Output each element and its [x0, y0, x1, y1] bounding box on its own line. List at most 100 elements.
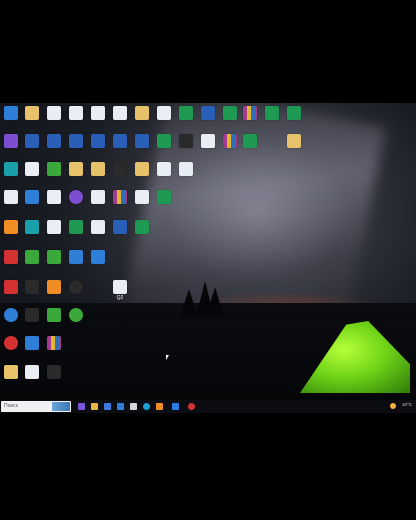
desktop-icon-app[interactable] — [110, 162, 130, 185]
desktop-icon-app[interactable] — [44, 336, 64, 359]
desktop-icon-whatsapp[interactable] — [66, 308, 86, 331]
desktop-icon-app[interactable] — [44, 365, 64, 388]
desktop-icon-label — [88, 265, 108, 273]
desktop-icon-app[interactable] — [88, 162, 108, 185]
desktop-icon-label — [66, 295, 86, 303]
desktop-icon-vs[interactable] — [1, 134, 21, 157]
desktop-icon-app[interactable] — [110, 106, 130, 129]
desktop-icon-app[interactable] — [176, 162, 196, 185]
desktop-icon-app[interactable] — [220, 106, 240, 129]
app-icon — [243, 134, 257, 148]
desktop-icon-vscode[interactable] — [88, 250, 108, 273]
taskbar-app-icon[interactable] — [78, 403, 85, 410]
desktop-icon-app[interactable] — [22, 280, 42, 303]
desktop-icon-app[interactable] — [284, 134, 304, 157]
desktop-icon-app[interactable] — [22, 250, 42, 273]
desktop-icon-telegram[interactable] — [1, 308, 21, 331]
desktop-icon-app[interactable] — [110, 220, 130, 243]
desktop-icon-app[interactable] — [176, 106, 196, 129]
desktop-icon-app[interactable] — [262, 106, 282, 129]
desktop-icon-label — [44, 265, 64, 273]
desktop-icon-label — [110, 177, 130, 185]
desktop-icon-app[interactable] — [44, 250, 64, 273]
app-icon — [4, 365, 18, 379]
desktop-icon-app[interactable] — [22, 134, 42, 157]
desktop-icon-app[interactable] — [154, 106, 174, 129]
desktop-icon-app[interactable] — [1, 190, 21, 213]
desktop-icon-label — [110, 149, 130, 157]
desktop-icon-app[interactable] — [88, 190, 108, 213]
desktop-icon-app[interactable] — [66, 162, 86, 185]
desktop-icon-app[interactable] — [1, 162, 21, 185]
desktop-icon-app[interactable] — [44, 162, 64, 185]
desktop-icon-app[interactable] — [44, 190, 64, 213]
taskbar-app-icon[interactable] — [156, 403, 163, 410]
taskbar-app-icon[interactable] — [143, 403, 150, 410]
desktop-icon-app[interactable] — [22, 162, 42, 185]
desktop-icon-app[interactable] — [284, 106, 304, 129]
desktop-icon-app[interactable] — [110, 190, 130, 213]
desktop-icon-app[interactable] — [66, 220, 86, 243]
desktop-icon-app[interactable] — [132, 190, 152, 213]
desktop-icon-app[interactable] — [44, 106, 64, 129]
desktop-icon-app[interactable] — [22, 308, 42, 331]
desktop-icon-app[interactable] — [88, 106, 108, 129]
taskbar-search-box[interactable]: Поиск — [1, 401, 71, 412]
desktop-icon-app[interactable] — [1, 250, 21, 273]
desktop-icon-app[interactable] — [132, 162, 152, 185]
app-icon — [47, 134, 61, 148]
desktop-icon-app[interactable] — [66, 250, 86, 273]
desktop-icon-app[interactable] — [176, 134, 196, 157]
desktop-icon-app[interactable] — [154, 134, 174, 157]
desktop-icon-app[interactable] — [22, 220, 42, 243]
desktop-icon-label — [44, 205, 64, 213]
yandex-icon — [4, 336, 18, 350]
desktop-icon-app[interactable] — [44, 134, 64, 157]
desktop-icon-yandex[interactable] — [1, 336, 21, 359]
taskbar-app-icon[interactable] — [104, 403, 111, 410]
desktop-icon-app[interactable] — [88, 220, 108, 243]
desktop-icon-label — [66, 235, 86, 243]
desktop-icon-app[interactable] — [22, 336, 42, 359]
desktop-icon-app[interactable] — [22, 190, 42, 213]
desktop-icon-app[interactable] — [220, 134, 240, 157]
desktop-icon-app[interactable] — [1, 280, 21, 303]
file-explorer-icon[interactable] — [91, 403, 98, 410]
weather-icon[interactable] — [390, 403, 396, 409]
desktop-icon-app[interactable] — [240, 134, 260, 157]
desktop-icon-app[interactable] — [154, 162, 174, 185]
desktop-icon-app[interactable] — [22, 365, 42, 388]
desktop-icon-obs[interactable] — [66, 280, 86, 303]
desktop-icon-app[interactable] — [132, 106, 152, 129]
app-icon — [4, 162, 18, 176]
desktop-icon-label — [22, 380, 42, 388]
tray-temperature[interactable]: 10°C — [402, 402, 412, 407]
desktop-icon-app[interactable] — [110, 134, 130, 157]
desktop-icon-edge[interactable] — [1, 106, 21, 129]
desktop-icon-app[interactable] — [44, 308, 64, 331]
desktop-icon-app[interactable] — [132, 134, 152, 157]
desktop-icon-label — [262, 121, 282, 129]
desktop-icon-app[interactable] — [198, 134, 218, 157]
vscode-icon[interactable] — [172, 403, 179, 410]
app-icon — [69, 250, 83, 264]
desktop-icon-app[interactable] — [66, 190, 86, 213]
app-icon — [135, 220, 149, 234]
desktop-icon-q2[interactable]: Q2 — [110, 280, 130, 303]
edge-icon[interactable] — [117, 403, 124, 410]
desktop-icon-label — [88, 177, 108, 185]
desktop-icon-app[interactable] — [154, 190, 174, 213]
desktop-icon-app[interactable] — [240, 106, 260, 129]
taskbar-app-icon[interactable] — [188, 403, 195, 410]
desktop-icon-app[interactable] — [44, 280, 64, 303]
desktop-icon-app[interactable] — [66, 106, 86, 129]
desktop-icon-app[interactable] — [198, 106, 218, 129]
desktop-icon-app[interactable] — [22, 106, 42, 129]
taskbar-app-icon[interactable] — [130, 403, 137, 410]
desktop-icon-vlc[interactable] — [1, 220, 21, 243]
desktop-icon-app[interactable] — [88, 134, 108, 157]
desktop-icon-app[interactable] — [132, 220, 152, 243]
desktop-icon-app[interactable] — [66, 134, 86, 157]
desktop-icon-app[interactable] — [44, 220, 64, 243]
desktop-icon-app[interactable] — [1, 365, 21, 388]
